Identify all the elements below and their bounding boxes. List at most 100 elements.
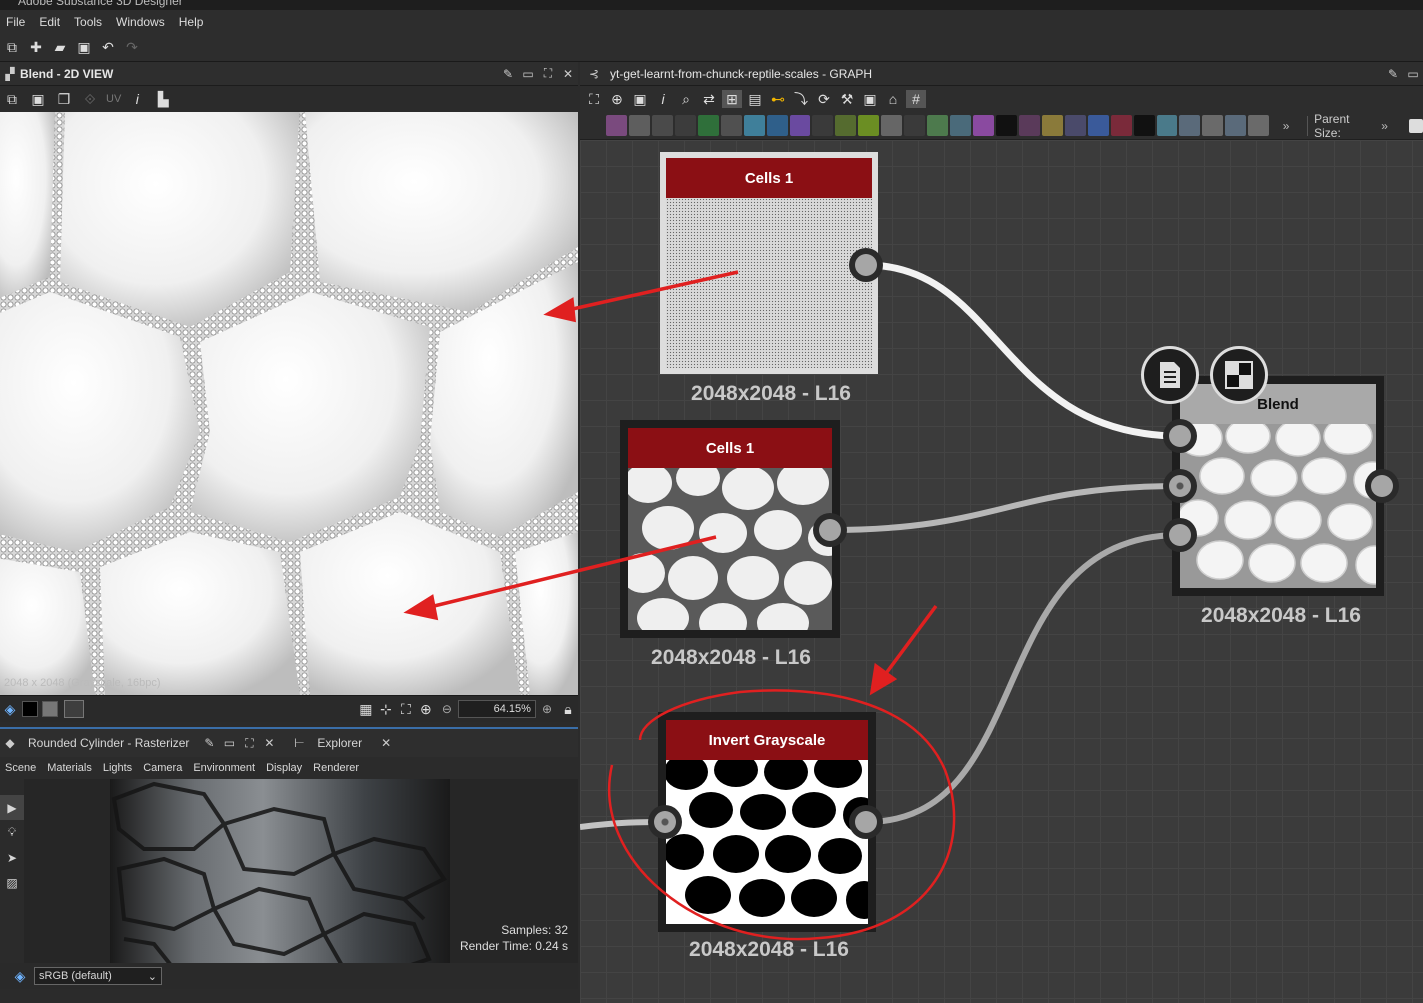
- explorer-tab[interactable]: Explorer: [317, 736, 362, 750]
- atom-node-icon[interactable]: [1202, 115, 1224, 136]
- view3d-title[interactable]: Rounded Cylinder - Rasterizer: [28, 736, 189, 750]
- atom-node-icon[interactable]: [1087, 115, 1109, 136]
- tab-environment[interactable]: Environment: [188, 762, 261, 774]
- camera-icon[interactable]: ▶: [0, 795, 24, 820]
- atom-node-icon[interactable]: [1110, 115, 1132, 136]
- pin-icon[interactable]: ✎: [199, 736, 219, 750]
- tab-display[interactable]: Display: [261, 762, 308, 774]
- menu-edit[interactable]: Edit: [33, 15, 68, 29]
- grid-snap-icon[interactable]: #: [906, 90, 926, 108]
- output-port[interactable]: [1365, 469, 1399, 503]
- atom-node-icon[interactable]: [1248, 115, 1270, 136]
- refresh-icon[interactable]: ⟳: [814, 90, 834, 108]
- checkbox[interactable]: [1409, 118, 1423, 133]
- link-icon[interactable]: ⊷: [768, 90, 788, 108]
- maximize-icon[interactable]: ⛶: [239, 736, 259, 751]
- color-space-select[interactable]: sRGB (default) ⌄: [34, 967, 162, 985]
- menu-tools[interactable]: Tools: [68, 15, 110, 29]
- atom-node-icon[interactable]: [1156, 115, 1178, 136]
- node-cells-2[interactable]: Cells 1: [620, 420, 840, 638]
- atom-node-icon[interactable]: [835, 115, 857, 136]
- input-port-opacity[interactable]: [1163, 518, 1197, 552]
- save-all-icon[interactable]: ▣: [74, 39, 94, 57]
- float-icon[interactable]: ▭: [219, 736, 239, 750]
- more-icon[interactable]: »: [1381, 119, 1395, 133]
- input-port-destination[interactable]: [1163, 469, 1197, 503]
- tools-icon[interactable]: ⚒: [837, 90, 857, 108]
- histogram-icon[interactable]: ▙: [153, 90, 173, 108]
- zoom-field[interactable]: 64.15%: [457, 700, 536, 718]
- search-icon[interactable]: ⌕: [676, 90, 696, 108]
- tab-renderer[interactable]: Renderer: [308, 762, 365, 774]
- atom-node-icon[interactable]: [973, 115, 994, 136]
- import-icon[interactable]: ✚: [26, 39, 46, 57]
- atom-node-icon[interactable]: [628, 115, 650, 136]
- black-bg-swatch[interactable]: [22, 701, 38, 717]
- checker-icon[interactable]: [1210, 346, 1268, 404]
- output-port[interactable]: [849, 805, 883, 839]
- atom-node-icon[interactable]: [651, 115, 673, 136]
- redo-icon[interactable]: ↷: [122, 39, 142, 57]
- tab-lights[interactable]: Lights: [98, 762, 138, 774]
- menu-help[interactable]: Help: [173, 15, 212, 29]
- atom-node-icon[interactable]: [743, 115, 765, 136]
- clean-icon[interactable]: ⌂: [883, 90, 903, 108]
- node-blend[interactable]: Blend: [1172, 376, 1384, 596]
- node-invert-grayscale[interactable]: Invert Grayscale: [658, 712, 876, 932]
- menu-windows[interactable]: Windows: [110, 15, 173, 29]
- tab-materials[interactable]: Materials: [42, 762, 98, 774]
- atom-node-icon[interactable]: [1225, 115, 1247, 136]
- close-icon[interactable]: ✕: [376, 736, 396, 750]
- atom-node-icon[interactable]: [606, 115, 627, 136]
- atom-node-icon[interactable]: [995, 115, 1017, 136]
- zoom-out-icon[interactable]: ⊖: [442, 702, 452, 716]
- layers-icon[interactable]: ◈: [10, 967, 30, 985]
- align-icon[interactable]: ⇄: [699, 90, 719, 108]
- pin-icon[interactable]: ✎: [498, 67, 518, 81]
- atom-node-icon[interactable]: [1133, 115, 1155, 136]
- pin-icon[interactable]: ✎: [1383, 67, 1403, 81]
- lock-icon[interactable]: 🔒︎: [558, 700, 578, 718]
- undo-icon[interactable]: ↶: [98, 39, 118, 57]
- comment-icon[interactable]: [1141, 346, 1199, 404]
- atom-node-icon[interactable]: [1064, 115, 1086, 136]
- light-icon[interactable]: 💡︎: [0, 820, 24, 845]
- atom-node-icon[interactable]: [858, 115, 880, 136]
- node-cells-1[interactable]: Cells 1: [660, 152, 878, 374]
- select-icon[interactable]: ➤: [0, 845, 24, 870]
- center-icon[interactable]: ⊕: [416, 700, 436, 718]
- copy-image-icon[interactable]: ❐: [54, 90, 74, 108]
- atom-node-icon[interactable]: [950, 115, 971, 136]
- copy-view-icon[interactable]: ⧉: [2, 90, 22, 108]
- view2d-canvas[interactable]: 2048 x 2048 (Grayscale, 16bpc): [0, 112, 578, 695]
- atom-node-icon[interactable]: [1018, 115, 1040, 136]
- fit-icon[interactable]: ⛶: [396, 700, 416, 718]
- atom-node-icon[interactable]: [766, 115, 788, 136]
- stack-icon[interactable]: ▤: [745, 90, 765, 108]
- center-icon[interactable]: ⊕: [607, 90, 627, 108]
- zoom-in-icon[interactable]: ⊕: [542, 702, 552, 716]
- info-icon[interactable]: i: [653, 90, 673, 108]
- uv-dropdown[interactable]: UV: [106, 93, 121, 105]
- atom-node-icon[interactable]: [789, 115, 811, 136]
- output-port[interactable]: [813, 513, 847, 547]
- frame-icon[interactable]: ⛶: [584, 90, 604, 108]
- float-icon[interactable]: ▭: [518, 67, 538, 81]
- ruler-icon[interactable]: ⊹: [376, 700, 396, 718]
- tab-camera[interactable]: Camera: [138, 762, 188, 774]
- atom-node-icon[interactable]: [1041, 115, 1063, 136]
- atom-node-icon[interactable]: [904, 115, 926, 136]
- close-icon[interactable]: ✕: [558, 67, 578, 81]
- float-icon[interactable]: ▭: [1403, 67, 1423, 81]
- atom-node-icon[interactable]: [674, 115, 696, 136]
- atom-node-icon[interactable]: [881, 115, 903, 136]
- environment-icon[interactable]: ▨: [0, 870, 24, 895]
- connect-icon[interactable]: ⤵: [791, 90, 811, 108]
- open-icon[interactable]: ▰: [50, 39, 70, 57]
- atom-node-icon[interactable]: [812, 115, 834, 136]
- grid-icon[interactable]: ▦: [356, 700, 376, 718]
- view-icon[interactable]: ▣: [860, 90, 880, 108]
- atom-node-icon[interactable]: [697, 115, 719, 136]
- view3d-canvas[interactable]: Samples: 32 Render Time: 0.24 s: [24, 779, 578, 963]
- input-port[interactable]: [648, 805, 682, 839]
